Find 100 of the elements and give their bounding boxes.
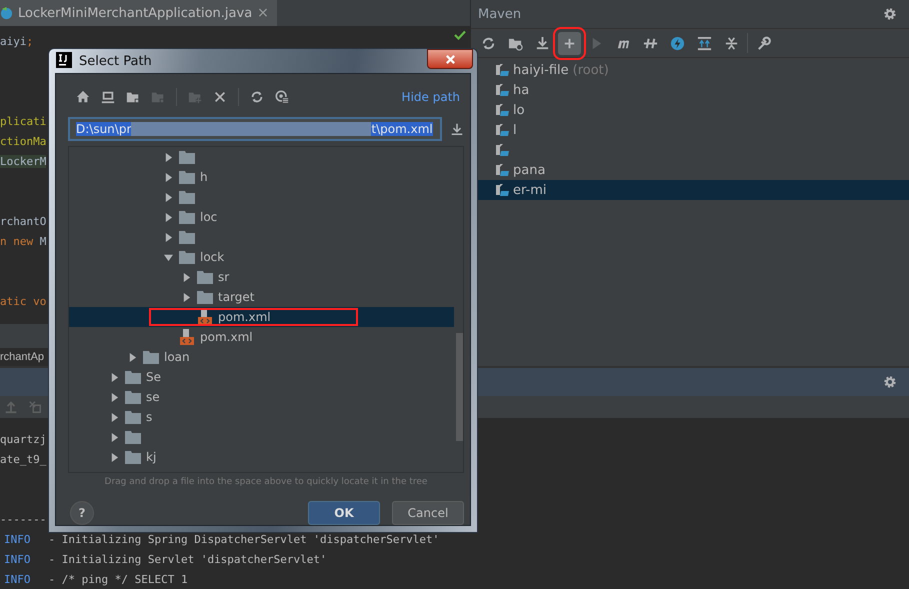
expand-arrow-icon[interactable] <box>110 392 119 402</box>
folder-icon <box>179 230 195 244</box>
expand-arrow-icon[interactable] <box>182 272 191 282</box>
tree-item[interactable]: loc <box>69 207 454 227</box>
folder-icon <box>197 290 213 304</box>
maven-module-icon <box>495 103 509 117</box>
tree-item[interactable]: lock <box>69 247 454 267</box>
maven-project-item[interactable]: pana <box>471 160 909 180</box>
folder-icon <box>125 430 141 444</box>
cancel-button[interactable]: Cancel <box>392 501 464 525</box>
tree-item[interactable]: target <box>69 287 454 307</box>
help-button[interactable]: ? <box>70 501 94 525</box>
close-icon <box>444 54 456 64</box>
maven-module-icon <box>495 143 509 157</box>
hint-text: Drag and drop a file into the space above to quickly locate it in the tree <box>104 477 428 487</box>
folder-icon <box>179 150 195 164</box>
expand-arrow-icon[interactable] <box>164 192 173 202</box>
check-icon <box>454 30 466 40</box>
code-text: n new M <box>0 235 46 248</box>
folder-icon <box>179 250 195 264</box>
maven-module-icon <box>495 183 509 197</box>
log-message: - Initializing Servlet 'dispatcherServlet' <box>48 553 327 566</box>
tree-item[interactable]: kj <box>69 447 454 467</box>
code-text: rchantO <box>0 215 46 228</box>
expand-arrow-icon[interactable] <box>182 292 191 302</box>
expand-arrow-icon[interactable] <box>110 372 119 382</box>
code-text: atic vo <box>0 295 46 308</box>
log-level: INFO <box>3 573 30 586</box>
refresh-icon[interactable] <box>250 90 264 104</box>
folder-icon <box>125 410 141 424</box>
collapse-arrow-icon[interactable] <box>164 252 173 262</box>
panel-title: Maven <box>478 6 522 22</box>
editor-tab[interactable]: LockerMiniMerchantApplication.java × <box>0 0 277 26</box>
maven-project-item[interactable]: lo <box>471 100 909 120</box>
close-tab-button[interactable]: × <box>257 5 269 21</box>
add-button[interactable] <box>558 32 581 54</box>
code-text: LockerM <box>0 155 46 168</box>
maven-project-item[interactable]: ha <box>471 80 909 100</box>
app-logo-icon <box>56 52 72 70</box>
code-text: plicati <box>0 115 46 128</box>
refresh-icon <box>481 36 496 50</box>
code-text: ctionMa <box>0 135 46 148</box>
dialog-title: Select Path <box>79 54 153 68</box>
tree-item[interactable]: h <box>69 167 454 187</box>
tree-item[interactable]: pom.xml <box>69 307 454 327</box>
tree-item[interactable]: sr <box>69 267 454 287</box>
console-text: ate_t9_ <box>0 453 46 466</box>
close-button[interactable] <box>427 49 473 69</box>
path-field[interactable]: D:\sun\pr t\pom.xml <box>68 117 442 141</box>
xml-file-icon <box>197 309 213 325</box>
collapse-icon <box>724 36 739 50</box>
tree-item[interactable]: loan <box>69 347 454 367</box>
maven-project-item[interactable]: haiyi-file (root) <box>471 60 909 80</box>
folder-icon <box>143 350 159 364</box>
tree-item[interactable]: se <box>69 387 454 407</box>
folder-icon <box>125 450 141 464</box>
log-message: - Initializing Spring DispatcherServlet 'dispatcherServlet' <box>48 533 440 546</box>
download-icon <box>535 36 550 50</box>
folder-icon <box>197 270 213 284</box>
tree-item[interactable]: pom.xml <box>69 327 454 347</box>
settings-icon[interactable] <box>883 7 897 21</box>
settings-icon <box>756 36 771 50</box>
hide-path-link[interactable]: Hide path <box>402 90 464 104</box>
tree-item[interactable]: s <box>69 407 454 427</box>
folder-icon <box>179 170 195 184</box>
expand-arrow-icon[interactable] <box>164 232 173 242</box>
maven-module-icon <box>495 123 509 137</box>
log-level: INFO <box>3 533 30 546</box>
xml-file-icon <box>179 329 195 345</box>
download-icon[interactable] <box>450 122 464 136</box>
folder-icon <box>179 210 195 224</box>
maven-module-icon <box>495 63 509 77</box>
expand-arrow-icon[interactable] <box>110 432 119 442</box>
run-tab[interactable]: rchantAp <box>0 348 50 366</box>
folder-icon <box>179 190 195 204</box>
expand-arrow-icon[interactable] <box>128 352 137 362</box>
maven-module-icon <box>495 83 509 97</box>
code-text: aiyi; <box>0 35 34 48</box>
expand-arrow-icon[interactable] <box>110 412 119 422</box>
desktop-icon[interactable] <box>101 90 115 104</box>
scrollbar[interactable] <box>456 333 463 441</box>
tab-title: LockerMiniMerchantApplication.java <box>18 6 252 20</box>
folder-icon <box>125 390 141 404</box>
expand-arrow-icon[interactable] <box>164 172 173 182</box>
expand-arrow-icon[interactable] <box>164 212 173 222</box>
expand-icon <box>697 36 712 50</box>
maven-project-item[interactable]: l <box>471 120 909 140</box>
maven-module-icon <box>495 163 509 177</box>
console-text: ------- <box>0 513 46 526</box>
log-message: - /* ping */ SELECT 1 <box>48 573 188 586</box>
settings-icon[interactable] <box>883 375 897 389</box>
folder-icon <box>125 370 141 384</box>
java-class-icon <box>0 6 13 20</box>
home-icon[interactable] <box>76 90 90 104</box>
expand-arrow-icon[interactable] <box>164 152 173 162</box>
expand-arrow-icon[interactable] <box>110 452 119 462</box>
delete-icon[interactable] <box>213 90 227 104</box>
ok-button[interactable]: OK <box>308 501 380 525</box>
console-text: quartzj <box>0 433 46 446</box>
log-level: INFO <box>3 553 30 566</box>
